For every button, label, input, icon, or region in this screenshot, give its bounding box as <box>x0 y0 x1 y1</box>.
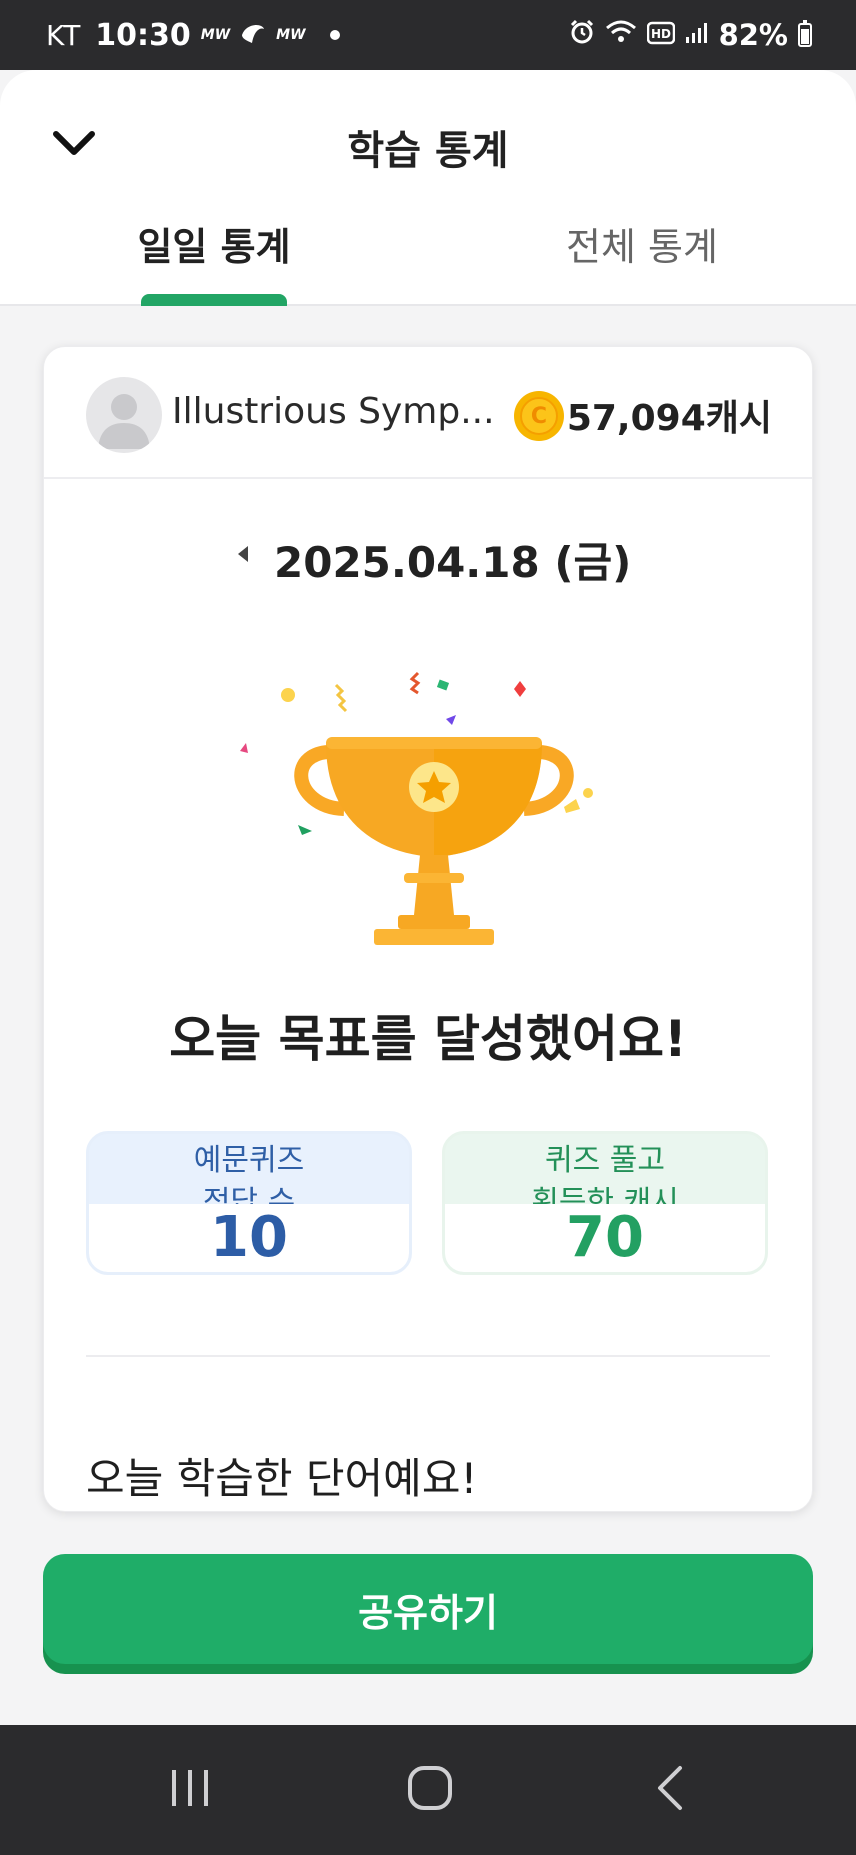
quiz-correct-value: 10 <box>210 1205 288 1270</box>
tab-daily-stats[interactable]: 일일 통계 <box>114 216 314 271</box>
wifi-icon <box>605 18 637 53</box>
quiz-cash-stat: 퀴즈 풀고 획득한 캐시 70 <box>442 1131 768 1275</box>
active-tab-indicator <box>141 294 287 306</box>
battery-icon <box>798 20 812 47</box>
recent-apps-button[interactable] <box>150 1755 230 1825</box>
back-icon <box>652 1764 688 1816</box>
clock: 10:30 <box>95 17 191 53</box>
person-icon <box>98 394 150 449</box>
learned-words-title: 오늘 학습한 단어예요! <box>86 1454 478 1503</box>
carrier-label: KT <box>46 18 82 52</box>
alarm-icon <box>569 18 595 53</box>
quiz-cash-value: 70 <box>566 1205 644 1270</box>
home-button[interactable] <box>390 1755 470 1825</box>
system-nav-bar <box>0 1725 856 1855</box>
notification-dot-icon <box>329 30 340 40</box>
trophy-illustration <box>214 657 654 957</box>
cash-balance: 57,094캐시 <box>566 398 772 439</box>
signal-icon <box>685 18 709 53</box>
mw-indicator-2: MW <box>276 27 306 43</box>
header-sheet: 학습 통계 일일 통계 전체 통계 <box>0 70 856 306</box>
daily-stats-card: Illustrious Symp... C 57,094캐시 2025.04.1… <box>43 346 813 1512</box>
status-bar: KT 10:30 MW MW HD 82% <box>0 0 856 70</box>
mw-indicator: MW <box>200 27 231 43</box>
quiz-correct-stat: 예문퀴즈 정답 수 10 <box>86 1131 412 1275</box>
username: Illustrious Symp... <box>172 391 495 432</box>
trophy-icon <box>240 671 593 945</box>
svg-text:HD: HD <box>651 27 671 41</box>
share-button[interactable]: 공유하기 <box>43 1554 813 1664</box>
back-button[interactable] <box>630 1755 710 1825</box>
coin-icon: C <box>514 391 564 441</box>
date-navigator: 2025.04.18 (금) <box>44 525 812 587</box>
coin-glyph: C <box>520 397 558 435</box>
leaf-icon <box>240 18 266 53</box>
home-icon <box>406 1764 454 1816</box>
date-label: 2025.04.18 (금) <box>274 538 632 587</box>
profile-row: Illustrious Symp... C 57,094캐시 <box>44 347 812 479</box>
tab-total-stats[interactable]: 전체 통계 <box>542 216 742 271</box>
triangle-left-icon[interactable] <box>232 539 254 569</box>
page-title: 학습 통계 <box>347 128 509 174</box>
recent-apps-icon <box>168 1766 212 1814</box>
hd-icon: HD <box>646 18 675 53</box>
battery-percent: 82% <box>718 18 788 52</box>
avatar <box>86 377 162 453</box>
divider <box>86 1355 770 1357</box>
goal-achieved-message: 오늘 목표를 달성했어요! <box>169 1010 687 1068</box>
